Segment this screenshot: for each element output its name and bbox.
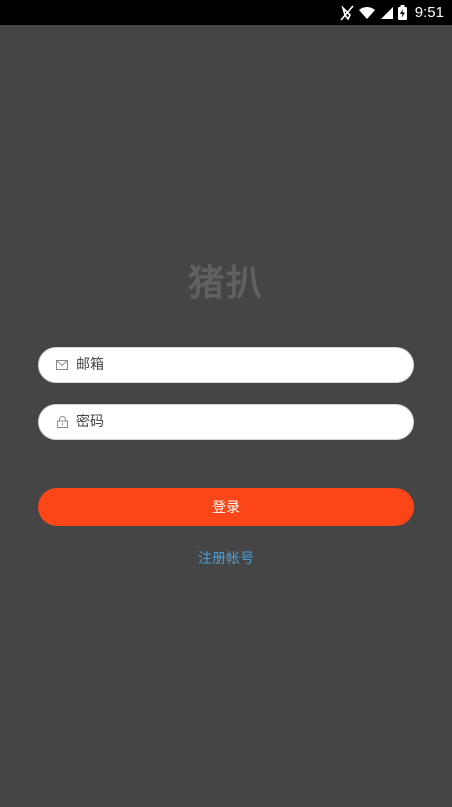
password-input[interactable] xyxy=(76,407,396,437)
envelope-icon xyxy=(56,359,68,371)
register-link[interactable]: 注册帐号 xyxy=(0,549,452,569)
wifi-icon xyxy=(358,6,376,20)
lock-icon xyxy=(56,416,68,428)
status-bar: 9:51 xyxy=(0,0,452,25)
email-input[interactable] xyxy=(76,350,396,380)
signal-icon xyxy=(380,6,394,20)
status-time: 9:51 xyxy=(414,4,444,21)
mute-icon xyxy=(340,4,354,21)
app-title: 猪扒 xyxy=(187,263,264,304)
status-icons: 9:51 xyxy=(340,0,444,25)
password-field[interactable] xyxy=(38,404,414,440)
login-button[interactable]: 登录 xyxy=(38,488,414,526)
email-field[interactable] xyxy=(38,347,414,383)
battery-icon xyxy=(397,5,407,20)
